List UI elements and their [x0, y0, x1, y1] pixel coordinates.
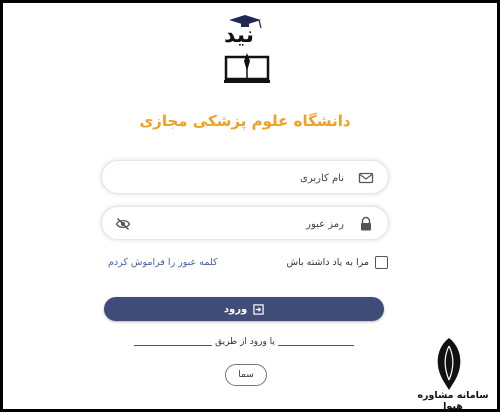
eye-slash-icon[interactable] [115, 216, 131, 232]
password-field[interactable] [101, 206, 389, 240]
password-input[interactable] [152, 213, 346, 235]
nid-logo: نید [224, 15, 262, 46]
remember-me[interactable]: مرا به یاد داشته باش [287, 256, 388, 269]
divider-text: یا ورود از طریق [215, 337, 275, 347]
login-button[interactable]: ورود [104, 297, 384, 321]
page-title: دانشگاه علوم پزشکی مجازی [139, 112, 351, 130]
username-field[interactable] [101, 160, 389, 194]
login-button-label: ورود [223, 303, 248, 315]
login-icon [253, 303, 264, 315]
watermark-text: سامانه مشاوره هیوا [417, 390, 489, 412]
pen-nib-icon [437, 338, 461, 390]
book-pen-icon [224, 53, 270, 83]
divider-line-right [278, 345, 354, 346]
logo-text: نید [224, 23, 254, 46]
username-input[interactable] [152, 167, 346, 189]
mail-icon [358, 172, 374, 184]
remember-checkbox[interactable] [375, 256, 388, 269]
sama-login-button[interactable]: سما [225, 364, 267, 386]
forgot-password-link[interactable]: کلمه عبور را فراموش کردم [108, 257, 217, 268]
remember-label: مرا به یاد داشته باش [286, 257, 369, 268]
divider-line-left [134, 345, 212, 346]
lock-icon [361, 216, 371, 231]
